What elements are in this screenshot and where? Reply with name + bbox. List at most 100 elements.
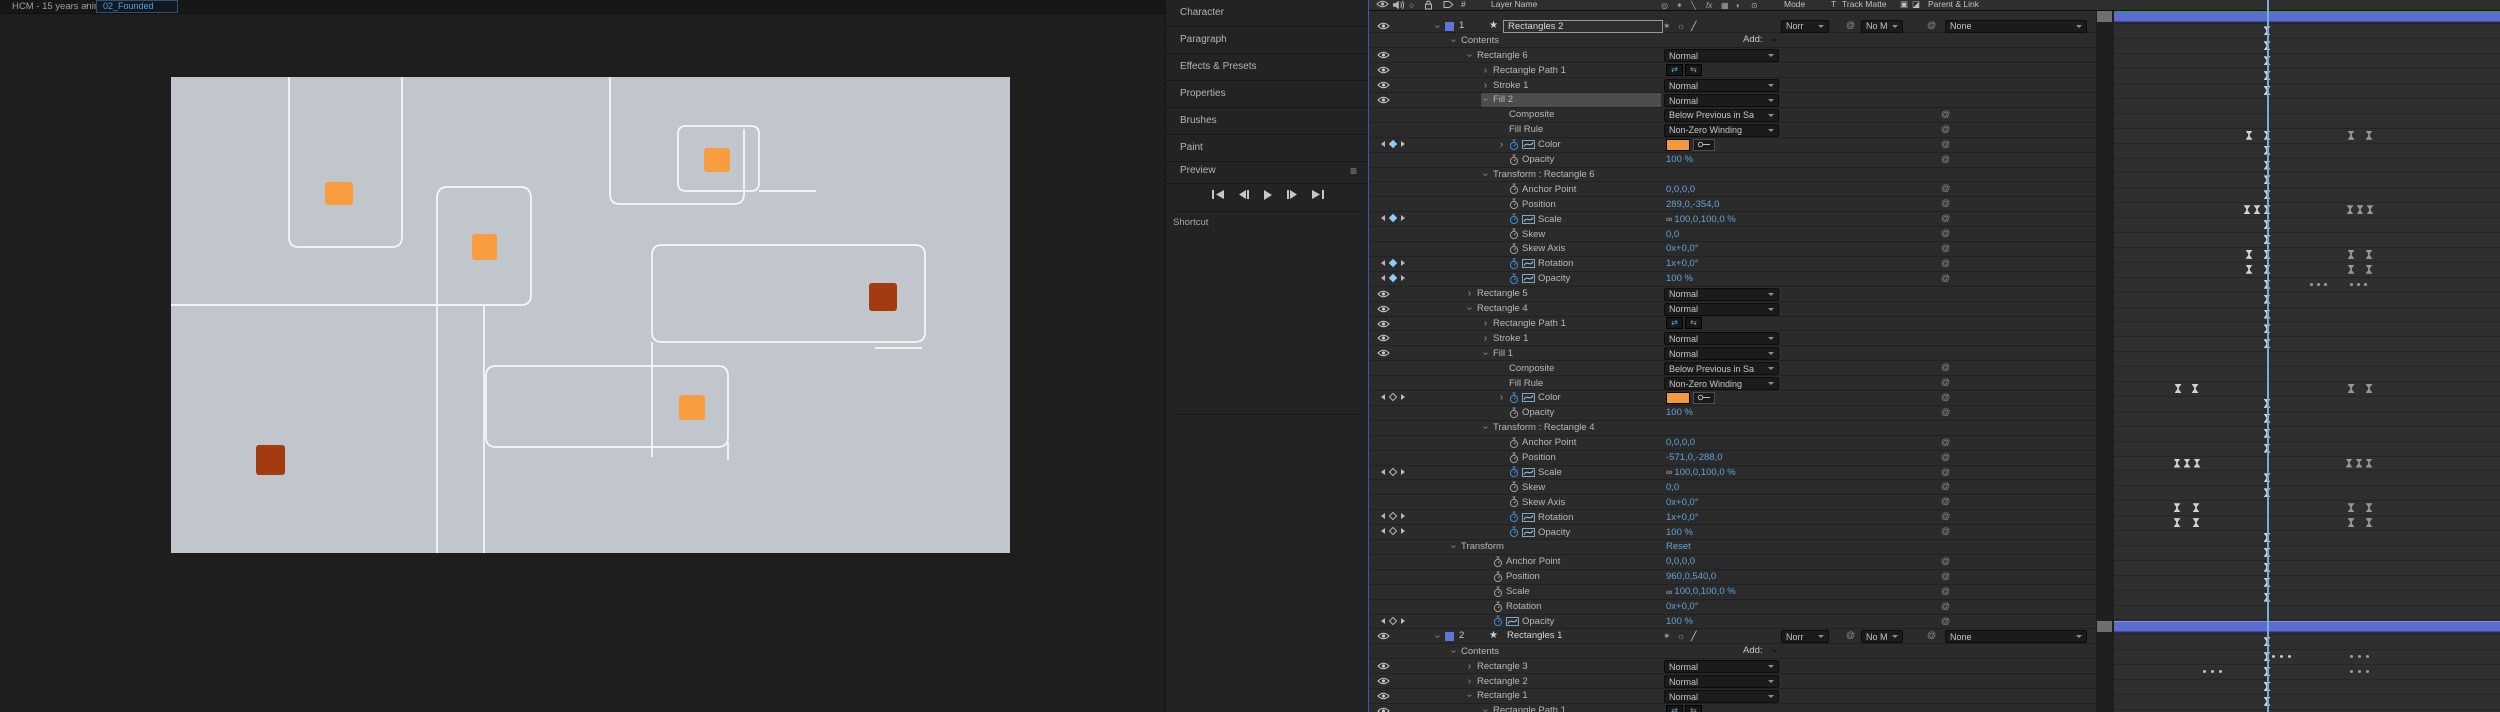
property-label[interactable]: Rectangle 2 [1477, 676, 1528, 687]
composition-canvas[interactable] [171, 77, 1010, 553]
keyframe-icon[interactable] [2253, 205, 2261, 215]
rect-path-size-icon[interactable]: ⇆ [1685, 704, 1702, 712]
property-row[interactable]: › Rectangle 4 Normal [1369, 302, 2096, 317]
eye-icon[interactable] [1377, 707, 1390, 712]
property-value[interactable]: 100 % [1666, 615, 1693, 629]
property-label[interactable]: Skew [1522, 482, 1545, 493]
pickwhip-icon[interactable]: @ [1941, 198, 1950, 208]
keyframe-icon[interactable] [2245, 130, 2253, 140]
twirl-open-icon[interactable]: › [1448, 36, 1459, 45]
stopwatch-icon[interactable] [1493, 601, 1503, 613]
stopwatch-icon[interactable] [1509, 183, 1519, 195]
pickwhip-icon[interactable]: @ [1941, 377, 1950, 387]
blend-mode-dropdown[interactable]: Norr [1781, 630, 1829, 644]
property-label[interactable]: Rectangle 4 [1477, 303, 1528, 314]
twirl-closed-icon[interactable]: › [1481, 318, 1490, 328]
keyframe-icon[interactable] [2365, 264, 2373, 274]
pickwhip-icon[interactable]: @ [1941, 258, 1950, 268]
property-label[interactable]: Transform : Rectangle 4 [1493, 422, 1595, 433]
property-row[interactable]: Anchor Point 0,0,0,0 @ [1369, 555, 2096, 570]
previous-frame-button[interactable] [1238, 190, 1250, 200]
property-label[interactable]: Opacity [1522, 154, 1554, 165]
eye-icon[interactable] [1377, 22, 1390, 33]
graph-editor-icon[interactable] [1522, 274, 1535, 284]
property-label[interactable]: Rectangle Path 1 [1493, 65, 1566, 76]
property-value[interactable]: -571,0,-288,0 [1666, 451, 1723, 465]
property-row[interactable]: Scale ∞ 100,0,100,0 % @ [1369, 466, 2096, 481]
keyframe-icon[interactable] [2192, 518, 2200, 528]
property-label[interactable]: Opacity [1522, 407, 1554, 418]
property-row[interactable]: › Stroke 1 Normal [1369, 78, 2096, 94]
layer-name[interactable]: Rectangles 2 [1503, 19, 1663, 33]
stopwatch-icon[interactable] [1509, 452, 1519, 464]
stopwatch-icon[interactable] [1509, 407, 1519, 419]
property-row[interactable]: Rotation 1x+0,0° @ [1369, 257, 2096, 272]
pickwhip-icon[interactable]: @ [1941, 109, 1950, 119]
panel-header-paragraph[interactable]: Paragraph [1166, 27, 1368, 54]
value-dropdown[interactable]: Non-Zero Winding [1664, 123, 1779, 137]
pickwhip-icon[interactable]: @ [1941, 154, 1950, 164]
property-row[interactable]: Rotation 0x+0,0° @ [1369, 600, 2096, 615]
property-value[interactable]: 0,0,0,0 [1666, 182, 1695, 196]
property-row[interactable]: › Transform : Rectangle 4 [1369, 421, 2096, 436]
graph-editor-icon[interactable] [1522, 512, 1535, 522]
keyframe-icon[interactable] [2191, 384, 2199, 393]
property-label[interactable]: Rectangle 1 [1477, 690, 1528, 701]
t-column-header[interactable]: T [1831, 0, 1836, 9]
property-label[interactable]: Skew Axis [1522, 497, 1565, 508]
roving-keyframe-dot[interactable] [2357, 670, 2361, 674]
keyframe-icon[interactable] [2347, 249, 2355, 259]
property-value[interactable]: 1x+0,0° [1666, 257, 1699, 271]
keyframe-icon[interactable] [2193, 458, 2201, 468]
property-value[interactable]: 0,0 [1666, 480, 1679, 494]
graph-editor-icon[interactable] [1522, 259, 1535, 269]
quality-icon[interactable]: ☼ [1677, 630, 1685, 642]
stopwatch-icon[interactable] [1509, 392, 1519, 404]
keyframe-icon[interactable] [2346, 205, 2354, 215]
property-label[interactable]: Rectangle Path 1 [1493, 705, 1566, 712]
roving-keyframe-dot[interactable] [2309, 282, 2313, 286]
last-frame-button[interactable] [1311, 190, 1324, 200]
property-value[interactable]: 100 % [1666, 272, 1693, 286]
keyframe-icon[interactable] [2365, 130, 2373, 140]
property-value[interactable]: 0,0,0,0 [1666, 555, 1695, 569]
layer-name[interactable]: Rectangles 1 [1507, 630, 1562, 642]
twirl-open-icon[interactable]: › [1464, 51, 1475, 60]
rect-path-direction-icon[interactable]: ⇄ [1666, 704, 1683, 712]
pickwhip-icon[interactable]: @ [1941, 362, 1950, 372]
property-label[interactable]: Fill 2 [1493, 94, 1513, 105]
pickwhip-icon[interactable]: @ [1941, 183, 1950, 193]
property-row[interactable]: › Rectangle Path 1 ⇄ ⇆ [1369, 63, 2096, 79]
play-button[interactable] [1263, 190, 1273, 200]
stopwatch-icon[interactable] [1509, 481, 1519, 493]
layer-switches-icon[interactable]: ╲ [1691, 0, 1696, 11]
parent-pickwhip-icon[interactable]: @ [1927, 20, 1936, 30]
keyframe-icon[interactable] [2245, 264, 2253, 274]
stopwatch-icon[interactable] [1509, 466, 1519, 478]
property-label[interactable]: Stroke 1 [1493, 333, 1528, 344]
property-label[interactable]: Rotation [1506, 601, 1541, 612]
stopwatch-icon[interactable] [1509, 154, 1519, 166]
roving-keyframe-dot[interactable] [2349, 670, 2353, 674]
property-label[interactable]: Color [1538, 139, 1561, 150]
twirl-closed-icon[interactable]: › [1465, 676, 1474, 686]
stopwatch-icon[interactable] [1509, 243, 1519, 255]
twirl-open-icon[interactable]: › [1432, 22, 1443, 31]
value-dropdown[interactable]: Normal [1664, 332, 1779, 346]
quality-slash-icon[interactable]: ╱ [1691, 630, 1696, 642]
property-label[interactable]: Color [1538, 392, 1561, 403]
property-row[interactable]: › Rectangle 6 Normal [1369, 48, 2096, 64]
stopwatch-icon[interactable] [1509, 258, 1519, 270]
pickwhip-icon[interactable]: @ [1941, 481, 1950, 491]
property-row[interactable]: › Fill 2 Normal [1369, 93, 2096, 108]
property-label[interactable]: Rectangle 6 [1477, 50, 1528, 61]
pickwhip-icon[interactable]: @ [1941, 586, 1950, 596]
eye-icon[interactable] [1377, 96, 1390, 107]
keyframe-navigator[interactable] [1381, 273, 1405, 283]
twirl-open-icon[interactable]: › [1480, 95, 1491, 104]
pickwhip-icon[interactable]: @ [1941, 407, 1950, 417]
mode-column-header[interactable]: Mode [1784, 0, 1805, 9]
eye-icon[interactable] [1377, 632, 1390, 643]
eye-icon[interactable] [1377, 677, 1390, 688]
keyframe-icon[interactable] [2355, 458, 2363, 468]
